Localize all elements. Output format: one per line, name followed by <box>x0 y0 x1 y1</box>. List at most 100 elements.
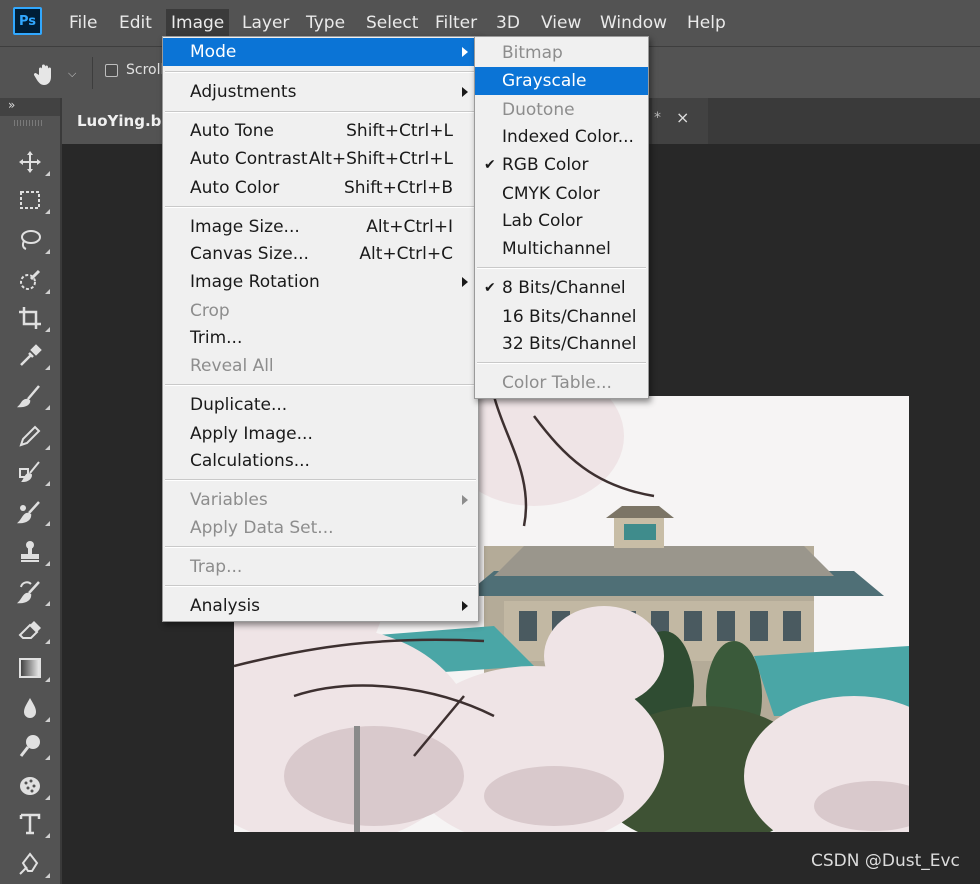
menu-item-label: Canvas Size... <box>190 244 309 264</box>
menu-item-trap: Trap... <box>163 553 478 581</box>
menu-item-label: Variables <box>190 490 268 510</box>
menu-item-calculations[interactable]: Calculations... <box>163 447 478 475</box>
sponge-tool-icon[interactable] <box>16 772 50 800</box>
menu-item-image-size[interactable]: Image Size... Alt+Ctrl+I <box>163 213 478 241</box>
blur-tool-icon[interactable] <box>16 694 50 722</box>
submenu-arrow-icon <box>462 277 468 287</box>
menu-separator <box>165 206 476 208</box>
menu-image[interactable]: Image <box>166 9 230 37</box>
menu-file[interactable]: File <box>64 9 102 37</box>
menu-item-label: Bitmap <box>502 43 563 63</box>
menu-3d[interactable]: 3D <box>491 9 525 37</box>
menu-item-label: Auto Contrast <box>190 149 308 169</box>
shortcut-label: Alt+Shift+Ctrl+L <box>308 149 453 169</box>
menu-item-label: Mode <box>190 42 237 62</box>
hand-tool-icon[interactable] <box>32 61 58 91</box>
menu-separator <box>477 362 646 364</box>
menu-separator <box>165 111 476 113</box>
menu-item-auto-color[interactable]: Auto Color Shift+Ctrl+B <box>163 174 478 202</box>
toolbar-header: » <box>0 98 60 116</box>
menu-separator <box>165 384 476 386</box>
menu-item-canvas-size[interactable]: Canvas Size... Alt+Ctrl+C <box>163 240 478 268</box>
submenu-item-cmyk-color[interactable]: CMYK Color <box>475 180 648 208</box>
watermark-text: CSDN @Dust_Evc <box>811 851 960 871</box>
lasso-tool-icon[interactable] <box>16 226 50 254</box>
menu-item-auto-tone[interactable]: Auto Tone Shift+Ctrl+L <box>163 117 478 145</box>
menu-view[interactable]: View <box>536 9 586 37</box>
menu-item-duplicate[interactable]: Duplicate... <box>163 391 478 419</box>
menu-select[interactable]: Select <box>361 9 423 37</box>
menu-item-label: Color Table... <box>502 373 612 393</box>
image-menu-dropdown: Mode Adjustments Auto Tone Shift+Ctrl+L … <box>162 36 479 622</box>
submenu-item-duotone: Duotone <box>475 96 648 124</box>
menu-item-adjustments[interactable]: Adjustments <box>163 78 478 106</box>
dodge-tool-icon[interactable] <box>16 732 50 760</box>
document-tab[interactable]: LuoYing.bm <box>62 98 177 144</box>
submenu-item-indexed-color[interactable]: Indexed Color... <box>475 123 648 151</box>
submenu-arrow-icon <box>462 601 468 611</box>
submenu-item-multichannel[interactable]: Multichannel <box>475 235 648 263</box>
photoshop-logo: Ps <box>13 7 42 35</box>
panel-grip[interactable] <box>14 120 44 126</box>
close-icon[interactable]: × <box>676 108 689 127</box>
pencil-tool-icon[interactable] <box>16 422 50 450</box>
healing-brush-tool-icon[interactable] <box>16 498 50 526</box>
type-tool-icon[interactable] <box>16 810 50 838</box>
submenu-item-rgb-color[interactable]: ✔ RGB Color <box>475 151 648 179</box>
menu-separator <box>477 267 646 269</box>
checkmark-icon: ✔ <box>484 280 496 296</box>
collapse-icon[interactable]: » <box>8 98 15 112</box>
menu-item-image-rotation[interactable]: Image Rotation <box>163 268 478 296</box>
submenu-item-16-bits[interactable]: 16 Bits/Channel <box>475 303 648 331</box>
gradient-tool-icon[interactable] <box>16 654 50 682</box>
menu-item-label: Auto Tone <box>190 121 275 141</box>
brush-tool-icon[interactable] <box>16 382 50 410</box>
menu-item-mode[interactable]: Mode <box>163 38 478 66</box>
clone-brush-tool-icon[interactable] <box>16 458 50 486</box>
menu-item-trim[interactable]: Trim... <box>163 324 478 352</box>
menu-item-label: Duplicate... <box>190 395 288 415</box>
move-tool-icon[interactable] <box>16 148 50 176</box>
shortcut-label: Alt+Ctrl+I <box>366 217 453 237</box>
quick-selection-tool-icon[interactable] <box>16 266 50 294</box>
menu-item-apply-image[interactable]: Apply Image... <box>163 420 478 448</box>
menu-filter[interactable]: Filter <box>430 9 482 37</box>
menu-item-label: Image Rotation <box>190 272 320 292</box>
menu-item-label: Duotone <box>502 100 575 120</box>
menu-item-label: Reveal All <box>190 356 274 376</box>
menu-item-variables: Variables <box>163 486 478 514</box>
menu-item-auto-contrast[interactable]: Auto Contrast Alt+Shift+Ctrl+L <box>163 145 478 173</box>
shortcut-label: Shift+Ctrl+B <box>343 178 453 198</box>
menu-item-label: 8 Bits/Channel <box>502 278 626 298</box>
menu-item-analysis[interactable]: Analysis <box>163 592 478 620</box>
menu-type[interactable]: Type <box>301 9 350 37</box>
menu-edit[interactable]: Edit <box>114 9 157 37</box>
history-brush-tool-icon[interactable] <box>16 578 50 606</box>
submenu-item-grayscale[interactable]: Grayscale <box>475 67 648 95</box>
pen-tool-icon[interactable] <box>16 850 50 878</box>
chevron-down-icon[interactable]: ⌵ <box>68 67 76 81</box>
crop-tool-icon[interactable] <box>16 304 50 332</box>
menu-help[interactable]: Help <box>682 9 731 37</box>
menu-item-label: RGB Color <box>502 155 589 175</box>
eyedropper-tool-icon[interactable] <box>16 342 50 370</box>
menu-item-label: 16 Bits/Channel <box>502 307 637 327</box>
menu-separator <box>165 479 476 481</box>
menu-window[interactable]: Window <box>595 9 672 37</box>
menu-item-label: Analysis <box>190 596 261 616</box>
submenu-arrow-icon <box>462 87 468 97</box>
stamp-tool-icon[interactable] <box>16 538 50 566</box>
shortcut-label: Shift+Ctrl+L <box>346 121 453 141</box>
eraser-tool-icon[interactable] <box>16 616 50 644</box>
submenu-arrow-icon <box>462 47 468 57</box>
submenu-item-32-bits[interactable]: 32 Bits/Channel <box>475 330 648 358</box>
menu-item-label: Apply Data Set... <box>190 518 334 538</box>
submenu-item-8-bits[interactable]: ✔ 8 Bits/Channel <box>475 274 648 302</box>
submenu-item-lab-color[interactable]: Lab Color <box>475 207 648 235</box>
tools-panel <box>0 116 60 884</box>
scroll-all-checkbox[interactable] <box>105 64 118 77</box>
marquee-tool-icon[interactable] <box>16 186 50 214</box>
menu-item-label: Trap... <box>190 557 243 577</box>
menu-layer[interactable]: Layer <box>237 9 294 37</box>
scroll-all-label: Scroll <box>126 62 165 78</box>
